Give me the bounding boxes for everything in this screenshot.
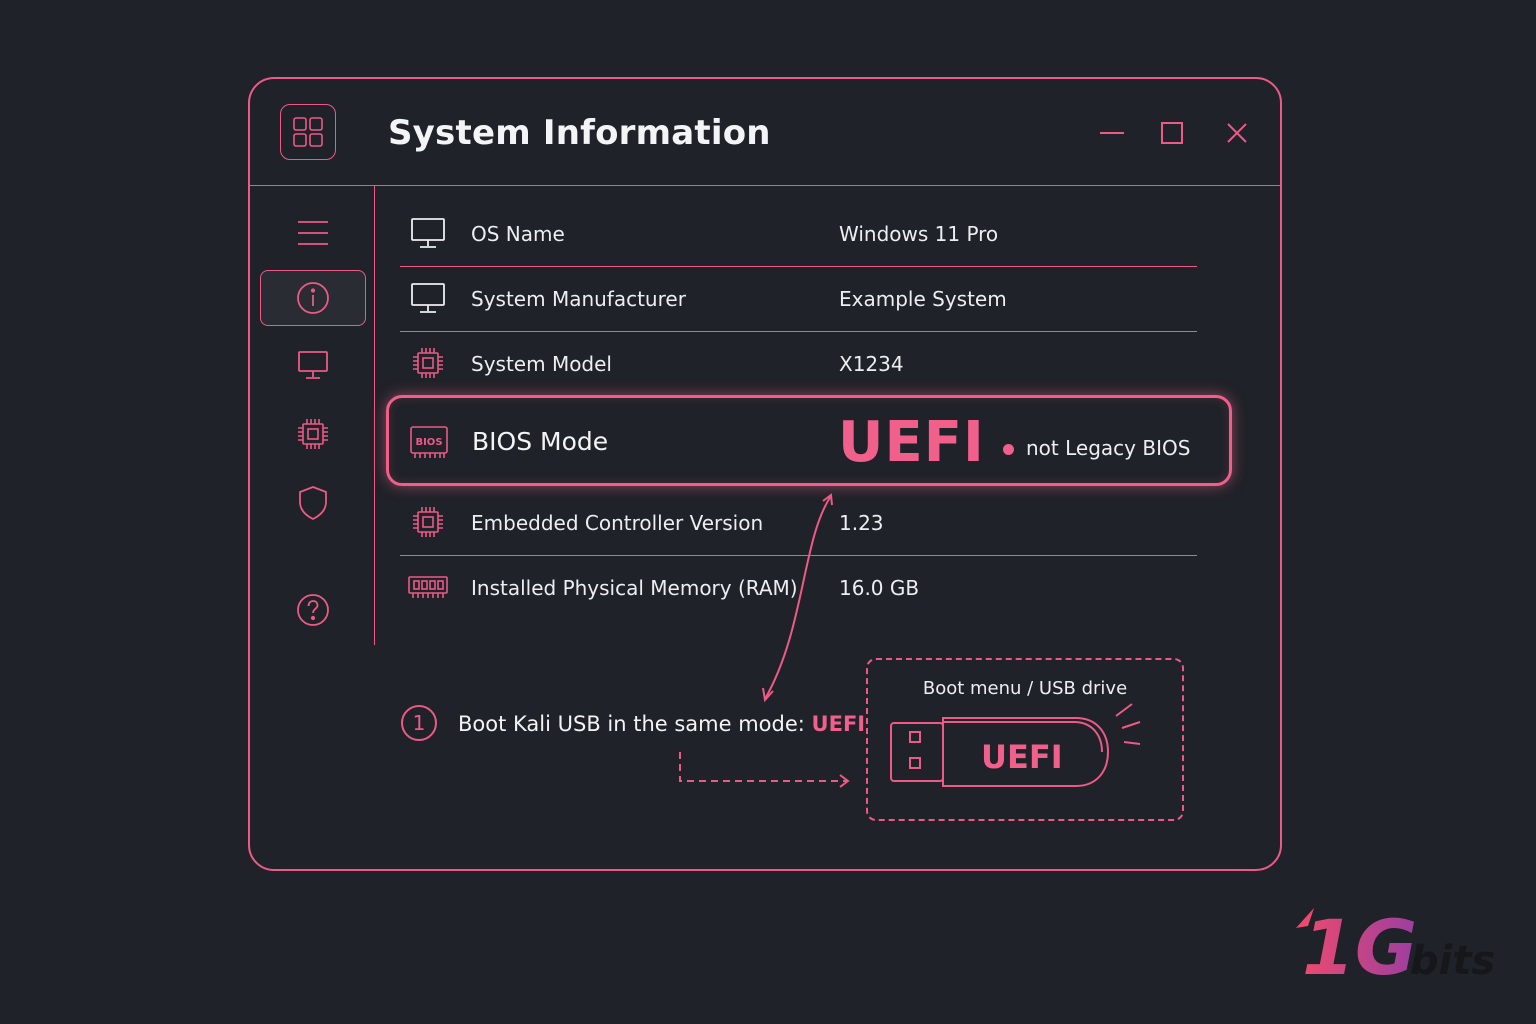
step-highlight: UEFI — [811, 712, 866, 736]
bios-chip-icon: BIOS — [409, 425, 449, 465]
row-label: System Manufacturer — [471, 287, 686, 311]
step-instruction: Boot Kali USB in the same mode: UEFI — [458, 712, 865, 736]
info-row-embedded-controller: Embedded Controller Version 1.23 — [400, 491, 1197, 556]
row-label: System Model — [471, 352, 612, 376]
minimize-button[interactable] — [1098, 119, 1126, 147]
close-button[interactable] — [1223, 119, 1251, 147]
sidebar-item-security[interactable] — [260, 475, 366, 531]
sidebar-item-hardware[interactable] — [260, 406, 366, 462]
monitor-icon — [298, 351, 328, 379]
help-icon — [297, 594, 329, 626]
chip-icon — [413, 348, 443, 378]
sidebar-item-info[interactable] — [260, 270, 366, 326]
maximize-button[interactable] — [1158, 119, 1186, 147]
bios-mode-value: UEFI — [838, 410, 985, 475]
system-information-window: System Information OS Name Windows 11 Pr… — [248, 77, 1282, 871]
row-value: 16.0 GB — [839, 576, 920, 600]
info-icon — [297, 282, 329, 314]
menu-icon — [298, 221, 328, 245]
chip-icon — [413, 507, 443, 537]
info-row-system-manufacturer: System Manufacturer Example System — [400, 267, 1197, 332]
svg-text:bits: bits — [1410, 938, 1495, 982]
1gbits-logo: 1G bits — [1296, 903, 1495, 982]
row-label: Embedded Controller Version — [471, 511, 764, 535]
memory-icon — [408, 576, 448, 598]
svg-text:1G: 1G — [1302, 903, 1417, 982]
svg-text:BIOS: BIOS — [415, 437, 442, 448]
bios-mode-label: BIOS Mode — [472, 427, 609, 456]
row-label: OS Name — [471, 222, 565, 246]
usb-boot-callout: Boot menu / USB drive UEFI — [866, 658, 1184, 821]
shield-icon — [299, 486, 327, 521]
close-icon — [1227, 123, 1247, 143]
row-value: 1.23 — [839, 511, 884, 535]
usb-uefi-label: UEFI — [981, 738, 1063, 776]
bullet-dot — [1003, 444, 1014, 455]
grid-app-icon — [280, 104, 336, 160]
step-number-badge: 1 — [401, 705, 437, 741]
minimize-icon — [1100, 132, 1124, 134]
row-label: Installed Physical Memory (RAM) — [471, 576, 798, 600]
title-bar: System Information — [250, 79, 1280, 186]
usb-caption: Boot menu / USB drive — [922, 678, 1128, 699]
step-text: Boot Kali USB in the same mode: — [458, 712, 812, 736]
info-row-system-model: System Model X1234 — [400, 332, 1197, 396]
row-value: Windows 11 Pro — [839, 222, 999, 246]
info-row-installed-memory: Installed Physical Memory (RAM) 16.0 GB — [400, 556, 1197, 620]
sidebar — [250, 185, 375, 645]
bios-mode-row-highlighted: BIOS BIOS Mode UEFI not Legacy BIOS — [386, 395, 1232, 486]
row-value: Example System — [839, 287, 1007, 311]
monitor-icon — [411, 218, 445, 248]
sidebar-item-help[interactable] — [260, 582, 366, 638]
bios-mode-note: not Legacy BIOS — [1026, 436, 1191, 460]
row-value: X1234 — [839, 352, 904, 376]
maximize-icon — [1161, 122, 1183, 144]
chip-icon — [298, 419, 328, 449]
window-title: System Information — [388, 113, 771, 153]
sidebar-item-menu[interactable] — [260, 205, 366, 261]
sidebar-item-display[interactable] — [260, 337, 366, 393]
info-row-os-name: OS Name Windows 11 Pro — [400, 202, 1197, 267]
monitor-icon — [411, 283, 445, 313]
